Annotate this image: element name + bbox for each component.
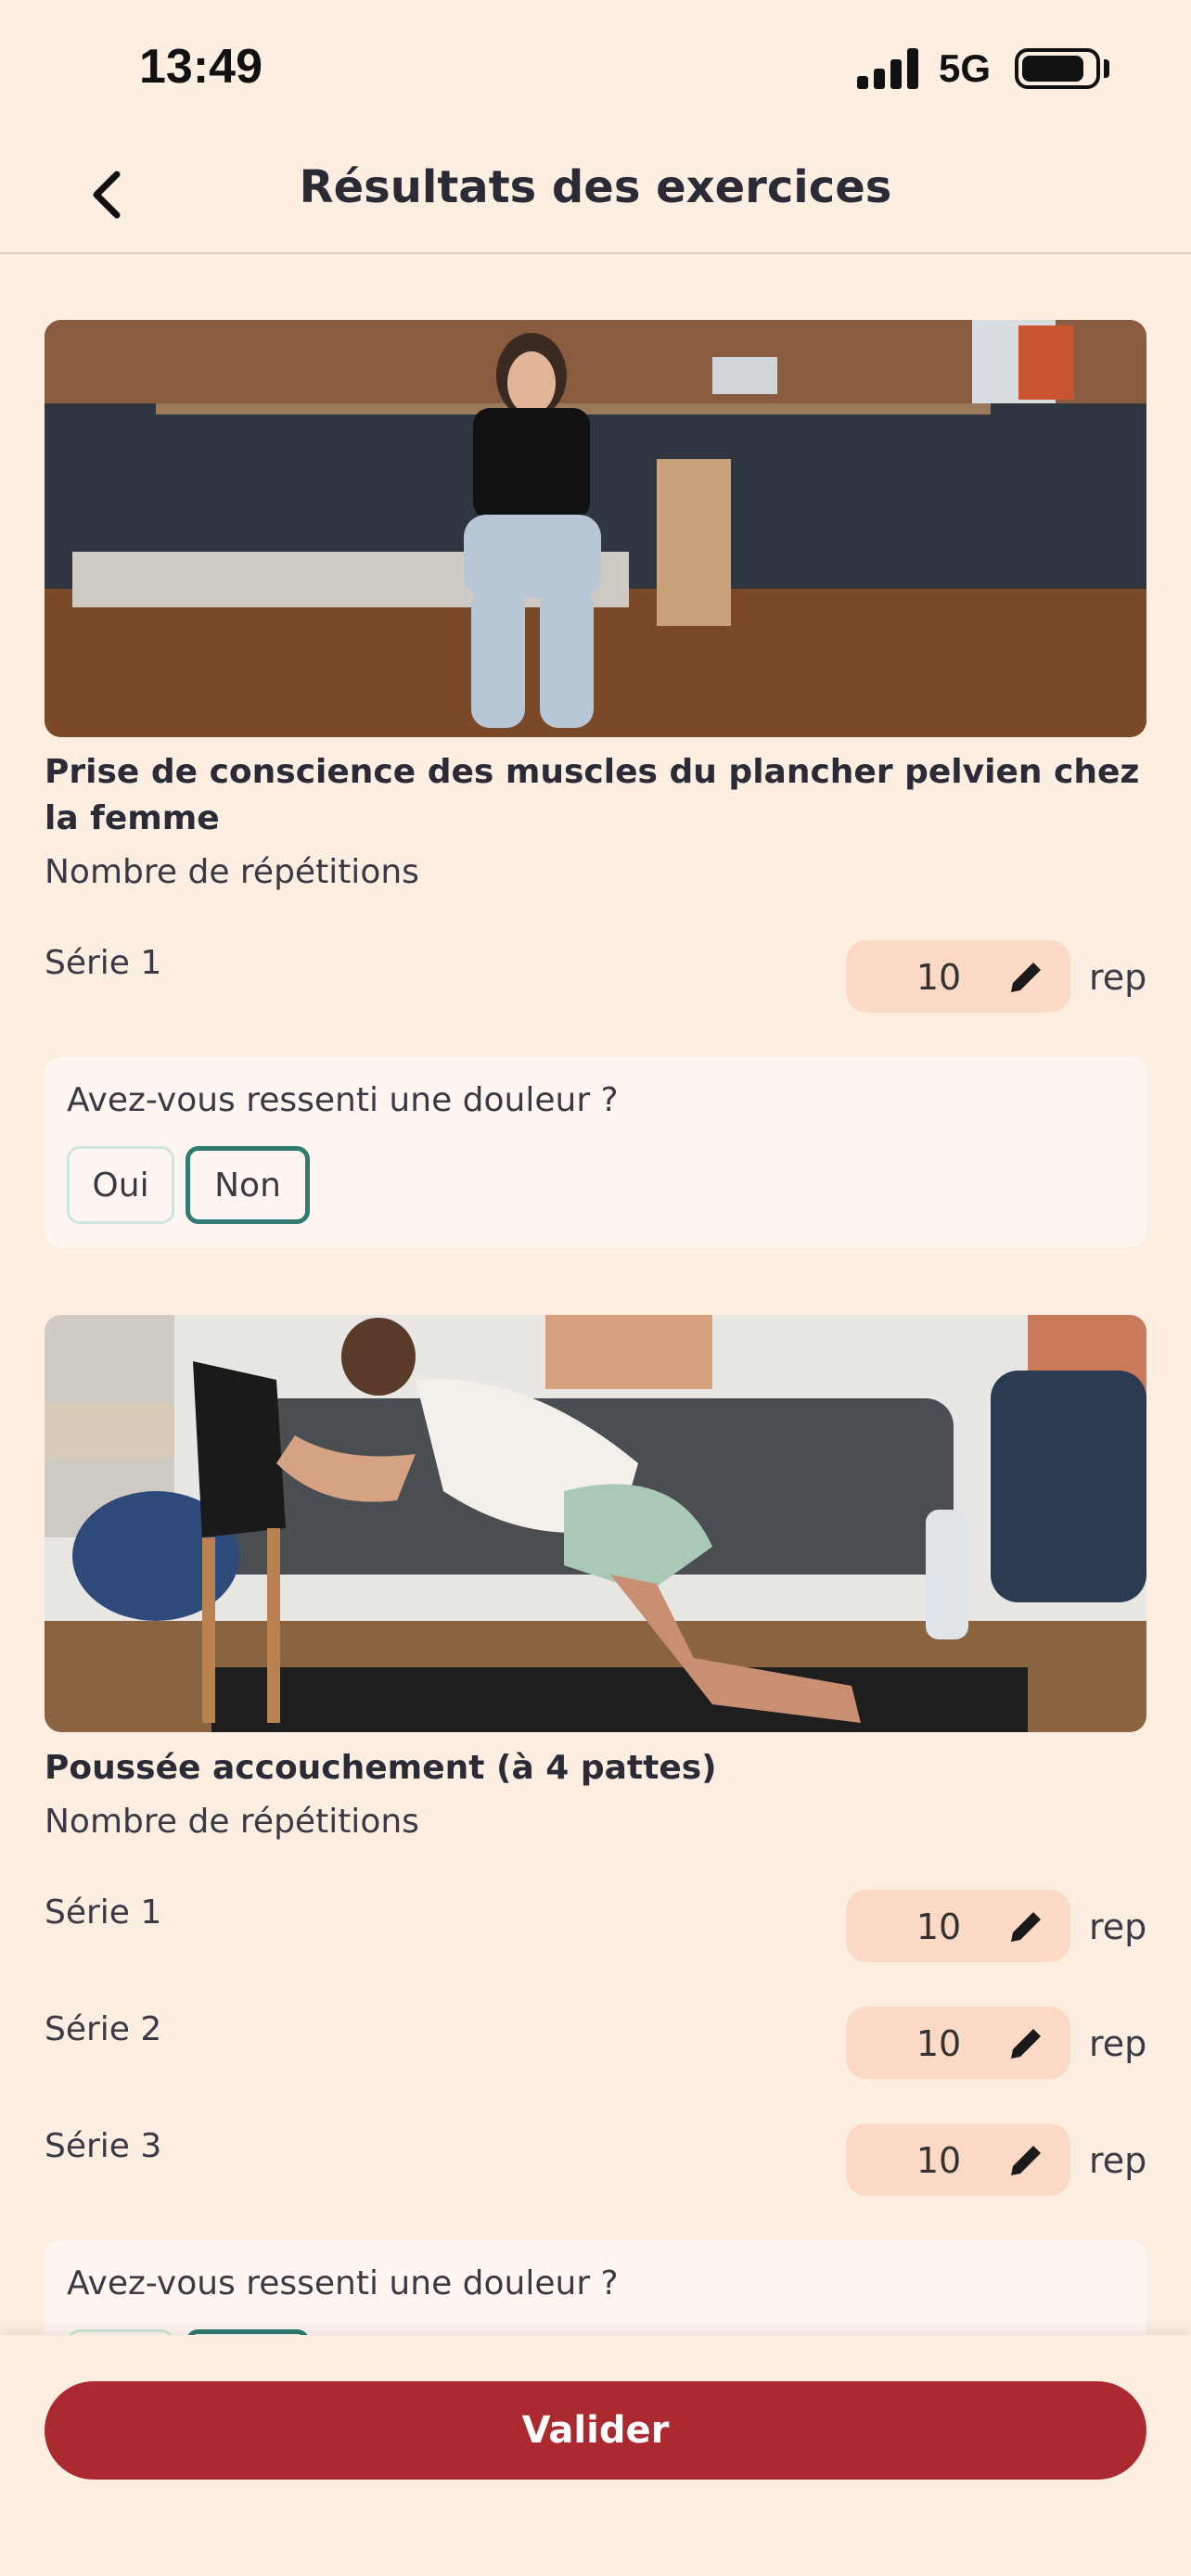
exercise-2-serie-3-unit: rep [1089, 2140, 1147, 2181]
rep-value: 10 [916, 2140, 962, 2181]
pain-question: Avez-vous ressenti une douleur ? [67, 2264, 619, 2302]
status-bar: 13:49 5G [0, 0, 1191, 139]
page-title: Résultats des exercices [299, 161, 892, 213]
battery-icon [1015, 48, 1100, 89]
exercise-1-serie-1-input[interactable]: 10 [846, 940, 1070, 1013]
exercise-1-title: Prise de conscience des muscles du planc… [45, 753, 1140, 837]
footer: Valider [0, 2335, 1191, 2576]
signal-icon [857, 46, 920, 89]
network-label: 5G [939, 46, 992, 90]
exercise-2-serie-1-input[interactable]: 10 [846, 1890, 1070, 1962]
exercise-2-serie-1-label: Série 1 [45, 1894, 162, 1932]
exercise-2-serie-3-label: Série 3 [45, 2127, 162, 2165]
exercise-2-reps-label: Nombre de répétitions [45, 1803, 419, 1841]
exercise-2-serie-2-label: Série 2 [45, 2010, 162, 2048]
pain-non-button[interactable]: Non [186, 1146, 310, 1224]
exercise-1-image[interactable] [45, 320, 1146, 737]
rep-value: 10 [916, 1906, 962, 1947]
exercise-1-serie-1-label: Série 1 [45, 944, 162, 982]
pain-oui-button[interactable]: Oui [67, 1146, 174, 1224]
exercise-2-serie-1-unit: rep [1089, 1906, 1147, 1947]
battery-tip [1104, 59, 1109, 78]
exercise-2-serie-2-unit: rep [1089, 2023, 1147, 2064]
exercise-2-serie-2-input[interactable]: 10 [846, 2007, 1070, 2079]
pencil-icon[interactable] [1005, 957, 1046, 998]
exercise-2-serie-3-input[interactable]: 10 [846, 2123, 1070, 2196]
rep-value: 10 [916, 2023, 962, 2064]
validate-button[interactable]: Valider [45, 2381, 1146, 2480]
exercise-1-reps-label: Nombre de répétitions [45, 853, 419, 891]
status-time: 13:49 [139, 40, 263, 94]
exercise-1-pain-card: Avez-vous ressenti une douleur ? Oui Non [45, 1057, 1146, 1247]
pencil-icon[interactable] [1005, 2023, 1046, 2064]
exercise-1-serie-1-unit: rep [1089, 957, 1147, 998]
exercise-2-image[interactable] [45, 1315, 1146, 1732]
pain-question: Avez-vous ressenti une douleur ? [67, 1081, 619, 1119]
nav-bar: Résultats des exercices [0, 139, 1191, 254]
rep-value: 10 [916, 957, 962, 998]
exercise-2-title: Poussée accouchement (à 4 pattes) [45, 1749, 717, 1787]
pencil-icon[interactable] [1005, 2140, 1046, 2181]
pencil-icon[interactable] [1005, 1906, 1046, 1947]
